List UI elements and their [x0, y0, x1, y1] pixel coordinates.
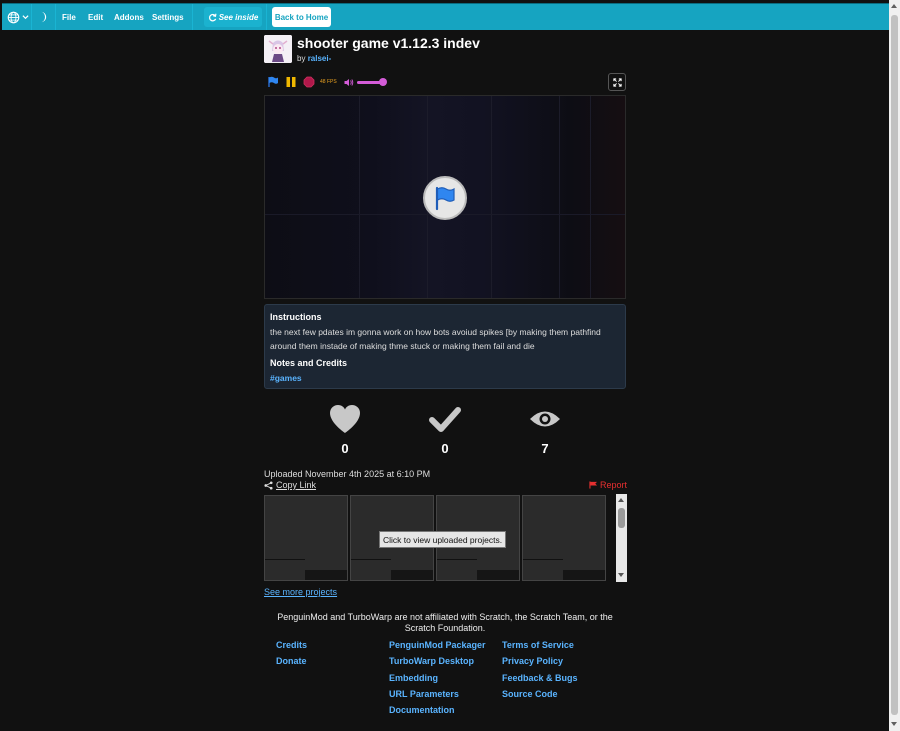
language-menu[interactable]	[7, 4, 29, 30]
globe-icon	[7, 11, 20, 23]
report-button[interactable]: Report	[589, 480, 627, 490]
checkmark-icon	[429, 407, 461, 432]
pause-button[interactable]	[285, 76, 297, 88]
fullscreen-icon	[612, 77, 622, 87]
green-flag-overlay-button[interactable]	[423, 176, 467, 220]
project-thumbnail-image	[264, 35, 292, 63]
back-to-home-button[interactable]: Back to Home	[272, 7, 331, 27]
games-tag-link[interactable]: #games	[270, 371, 620, 385]
theme-toggle[interactable]	[38, 4, 48, 30]
view-count: 7	[541, 441, 549, 456]
volume-slider-handle[interactable]	[379, 78, 387, 86]
love-count: 0	[341, 441, 349, 456]
page: File Edit Addons Settings See inside Bac…	[0, 0, 889, 731]
footer-link-embedding[interactable]: Embedding	[389, 673, 486, 689]
author-link[interactable]: ralsei-	[308, 54, 332, 63]
copy-link-label: Copy Link	[276, 480, 317, 490]
footer-link-feedback[interactable]: Feedback & Bugs	[502, 673, 578, 689]
settings-menu[interactable]: Settings	[152, 4, 184, 30]
footer-column-1: Credits Donate	[276, 640, 307, 673]
footer-link-source-code[interactable]: Source Code	[502, 689, 578, 705]
volume-icon[interactable]	[344, 78, 354, 87]
footer-column-3: Terms of Service Privacy Policy Feedback…	[502, 640, 578, 705]
favorite-count: 0	[441, 441, 449, 456]
project-title: shooter game v1.12.3 indev	[297, 35, 480, 51]
share-icon	[264, 480, 273, 490]
see-more-projects-link[interactable]: See more projects	[264, 587, 337, 597]
footer-link-terms[interactable]: Terms of Service	[502, 640, 578, 656]
stop-button[interactable]	[303, 76, 315, 88]
fps-counter: 48 FPS	[320, 79, 337, 85]
heart-icon	[330, 405, 360, 433]
instructions-text: the next few pdates im gonna work on how…	[270, 327, 601, 351]
footer-disclaimer: PenguinMod and TurboWarp are not affilia…	[277, 612, 613, 633]
page-scrollbar[interactable]	[889, 0, 900, 731]
project-card[interactable]	[264, 495, 348, 581]
footer-link-packager[interactable]: PenguinMod Packager	[389, 640, 486, 656]
footer-link-turbowarp-desktop[interactable]: TurboWarp Desktop	[389, 656, 486, 672]
menu-bar: File Edit Addons Settings See inside Bac…	[2, 3, 889, 30]
eye-icon	[530, 411, 560, 427]
project-byline: by ralsei-	[297, 54, 331, 63]
footer-link-donate[interactable]: Donate	[276, 656, 307, 672]
instructions-heading: Instructions	[270, 312, 322, 322]
project-thumbnail	[264, 35, 292, 63]
report-flag-icon	[589, 481, 598, 489]
views-stat: 7	[525, 404, 565, 456]
moon-icon	[41, 11, 47, 23]
instructions-panel: Instructions the next few pdates im gonn…	[264, 304, 626, 389]
notes-heading: Notes and Credits	[270, 358, 348, 368]
view-uploaded-projects-button[interactable]: Click to view uploaded projects.	[379, 531, 507, 548]
footer-link-url-parameters[interactable]: URL Parameters	[389, 689, 486, 705]
projects-scrollbar[interactable]	[616, 494, 627, 582]
see-inside-button[interactable]: See inside	[204, 7, 262, 27]
footer-link-credits[interactable]: Credits	[276, 640, 307, 656]
green-flag-icon	[435, 186, 455, 211]
player-controls: 48 FPS	[264, 74, 627, 90]
refresh-icon	[208, 13, 217, 21]
copy-link-button[interactable]: Copy Link	[264, 480, 316, 490]
addons-menu[interactable]: Addons	[114, 4, 144, 30]
edit-menu[interactable]: Edit	[88, 4, 103, 30]
by-label: by	[297, 54, 306, 63]
green-flag-button[interactable]	[267, 76, 279, 88]
project-card[interactable]	[522, 495, 606, 581]
project-stage[interactable]	[264, 95, 626, 299]
report-label: Report	[600, 480, 628, 490]
favorite-stat[interactable]: 0	[425, 404, 465, 456]
chevron-down-icon	[22, 15, 29, 20]
file-menu[interactable]: File	[62, 4, 76, 30]
see-inside-label: See inside	[218, 12, 259, 22]
upload-date: Uploaded November 4th 2025 at 6:10 PM	[264, 469, 431, 479]
footer-column-2: PenguinMod Packager TurboWarp Desktop Em…	[389, 640, 486, 721]
footer-link-privacy[interactable]: Privacy Policy	[502, 656, 578, 672]
fullscreen-button[interactable]	[608, 73, 626, 91]
footer-link-documentation[interactable]: Documentation	[389, 705, 486, 721]
love-stat[interactable]: 0	[325, 404, 365, 456]
